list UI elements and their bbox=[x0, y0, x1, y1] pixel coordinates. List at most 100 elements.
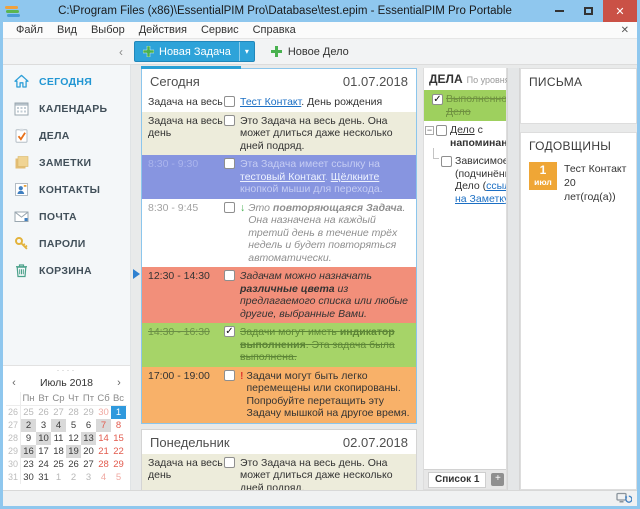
calendar-day[interactable]: 3 bbox=[36, 419, 51, 432]
task-row[interactable]: 12:30 - 14:30 Задачам можно назначать ра… bbox=[142, 267, 416, 323]
schedule-section[interactable]: Сегодня 01.07.2018 Задача на весь Тест К… bbox=[141, 68, 417, 424]
task-row[interactable]: 8:30 - 9:30 Эта Задача имеет ссылку на т… bbox=[142, 155, 416, 199]
minimize-button[interactable] bbox=[545, 0, 574, 22]
task-row[interactable]: Задача на весь Тест Контакт. День рожден… bbox=[142, 93, 416, 112]
anniversary-item[interactable]: 1 июл Тест Контакт20 лет(год(а)) bbox=[529, 162, 628, 204]
calendar-day[interactable]: 9 bbox=[21, 432, 36, 445]
calendar-day[interactable]: 29 bbox=[81, 406, 96, 419]
sidebar-item-todos[interactable]: ДЕЛА bbox=[3, 122, 130, 149]
sidebar-item-calendar[interactable]: КАЛЕНДАРЬ bbox=[3, 95, 130, 122]
task-checkbox[interactable] bbox=[224, 457, 235, 468]
menu-item-сервис[interactable]: Сервис bbox=[194, 24, 246, 36]
calendar-day[interactable]: 7 bbox=[96, 419, 111, 432]
calendar-day[interactable]: 18 bbox=[51, 445, 66, 458]
sidebar-item-today[interactable]: СЕГОДНЯ bbox=[3, 68, 130, 95]
calendar-day[interactable]: 23 bbox=[21, 458, 36, 471]
todo-checkbox[interactable]: ✓ bbox=[432, 94, 443, 105]
calendar-day[interactable]: 4 bbox=[96, 471, 111, 484]
task-checkbox[interactable] bbox=[224, 158, 235, 169]
calendar-day[interactable]: 12 bbox=[66, 432, 81, 445]
calendar-day[interactable]: 15 bbox=[111, 432, 126, 445]
calendar-day[interactable]: 30 bbox=[96, 406, 111, 419]
calendar-day[interactable]: 20 bbox=[81, 445, 96, 458]
task-checkbox[interactable] bbox=[224, 370, 235, 381]
task-checkbox[interactable]: ✓ bbox=[224, 326, 235, 337]
task-row[interactable]: 8:30 - 9:45 ↓ Это повторяющаяся Задача. … bbox=[142, 199, 416, 268]
menu-item-справка[interactable]: Справка bbox=[246, 24, 303, 36]
calendar-day[interactable]: 13 bbox=[81, 432, 96, 445]
menu-close-icon[interactable]: ✕ bbox=[621, 25, 629, 36]
sidebar-collapse-button[interactable]: ‹ bbox=[3, 46, 130, 58]
inline-link[interactable]: Щёлкните bbox=[331, 171, 380, 183]
splitter-grip[interactable]: ···· bbox=[6, 367, 127, 375]
calendar-day[interactable]: 27 bbox=[81, 458, 96, 471]
new-task-dropdown[interactable]: ▾ bbox=[239, 42, 254, 61]
menu-item-вид[interactable]: Вид bbox=[50, 24, 84, 36]
calendar-day[interactable]: 5 bbox=[111, 471, 126, 484]
inline-link[interactable]: тестовый Контакт bbox=[240, 171, 325, 183]
title-bar[interactable]: C:\Program Files (x86)\EssentialPIM Pro\… bbox=[3, 0, 637, 22]
task-row[interactable]: Задача на весь день Это Задача на весь д… bbox=[142, 112, 416, 156]
calendar-day[interactable]: 30 bbox=[21, 471, 36, 484]
calendar-day[interactable]: 28 bbox=[96, 458, 111, 471]
task-checkbox[interactable] bbox=[224, 115, 235, 126]
calendar-day[interactable]: 10 bbox=[36, 432, 51, 445]
calendar-day[interactable]: 16 bbox=[21, 445, 36, 458]
calendar-day[interactable]: 4 bbox=[51, 419, 66, 432]
sidebar-item-mail[interactable]: ПОЧТА bbox=[3, 203, 130, 230]
calendar-day[interactable]: 11 bbox=[51, 432, 66, 445]
calendar-day[interactable]: 1 bbox=[51, 471, 66, 484]
sidebar-item-contacts[interactable]: КОНТАКТЫ bbox=[3, 176, 130, 203]
calendar-day[interactable]: 22 bbox=[111, 445, 126, 458]
calendar-day[interactable]: 29 bbox=[111, 458, 126, 471]
todo-checkbox[interactable] bbox=[441, 156, 452, 167]
task-row[interactable]: Задача на весь день Это Задача на весь д… bbox=[142, 454, 416, 491]
calendar-day[interactable]: 28 bbox=[66, 406, 81, 419]
calendar-day[interactable]: 8 bbox=[111, 419, 126, 432]
calendar-day[interactable]: 26 bbox=[66, 458, 81, 471]
sidebar-item-notes[interactable]: ЗАМЕТКИ bbox=[3, 149, 130, 176]
task-checkbox[interactable] bbox=[224, 96, 235, 107]
calendar-day[interactable]: 27 bbox=[51, 406, 66, 419]
calendar-day[interactable]: 1 bbox=[111, 406, 126, 419]
new-task-button-main[interactable]: Новая Задача bbox=[135, 42, 239, 61]
close-button[interactable]: ✕ bbox=[603, 0, 637, 22]
calendar-day[interactable]: 25 bbox=[21, 406, 36, 419]
calendar-day[interactable]: 2 bbox=[66, 471, 81, 484]
calendar-day[interactable]: 2 bbox=[21, 419, 36, 432]
maximize-button[interactable] bbox=[574, 0, 603, 22]
calendar-day[interactable]: 3 bbox=[81, 471, 96, 484]
schedule-section[interactable]: Понедельник 02.07.2018 Задача на весь де… bbox=[141, 429, 417, 491]
tree-collapse-icon[interactable]: − bbox=[425, 126, 434, 135]
calendar-day[interactable]: 26 bbox=[36, 406, 51, 419]
calendar-day[interactable]: 31 bbox=[36, 471, 51, 484]
sync-status-icon[interactable] bbox=[616, 492, 632, 505]
task-checkbox[interactable] bbox=[224, 202, 235, 213]
new-todo-button[interactable]: Новое Дело bbox=[271, 46, 349, 58]
sidebar-item-trash[interactable]: КОРЗИНА bbox=[3, 257, 130, 284]
tab-list-1[interactable]: Список 1 bbox=[428, 472, 486, 488]
calendar-prev-button[interactable]: ‹ bbox=[8, 378, 20, 389]
calendar-day[interactable]: 14 bbox=[96, 432, 111, 445]
task-row[interactable]: 17:00 - 19:00 ! Задачи могут быть легко … bbox=[142, 367, 416, 423]
vertical-splitter[interactable] bbox=[507, 68, 520, 490]
calendar-day[interactable]: 25 bbox=[51, 458, 66, 471]
calendar-next-button[interactable]: › bbox=[113, 378, 125, 389]
sidebar-item-passwords[interactable]: ПАРОЛИ bbox=[3, 230, 130, 257]
menu-item-действия[interactable]: Действия bbox=[132, 24, 194, 36]
add-list-button[interactable]: + bbox=[491, 473, 504, 486]
new-task-button[interactable]: Новая Задача ▾ bbox=[134, 41, 255, 62]
task-row[interactable]: 14:30 - 16:30 ✓ Задачи могут иметь индик… bbox=[142, 323, 416, 367]
todo-checkbox[interactable] bbox=[436, 125, 447, 136]
task-checkbox[interactable] bbox=[224, 270, 235, 281]
menu-item-файл[interactable]: Файл bbox=[9, 24, 50, 36]
todo-item[interactable]: ✓ Выполненное Дело bbox=[424, 90, 506, 121]
calendar-day[interactable]: 19 bbox=[66, 445, 81, 458]
calendar-day[interactable]: 21 bbox=[96, 445, 111, 458]
calendar-day[interactable]: 5 bbox=[66, 419, 81, 432]
calendar-day[interactable]: 6 bbox=[81, 419, 96, 432]
calendar-day[interactable]: 17 bbox=[36, 445, 51, 458]
inline-link[interactable]: Тест Контакт bbox=[240, 96, 301, 108]
todo-item[interactable]: Зависимое (подчинённое Дело (ссылка на З… bbox=[424, 152, 506, 208]
menu-item-выбор[interactable]: Выбор bbox=[84, 24, 132, 36]
